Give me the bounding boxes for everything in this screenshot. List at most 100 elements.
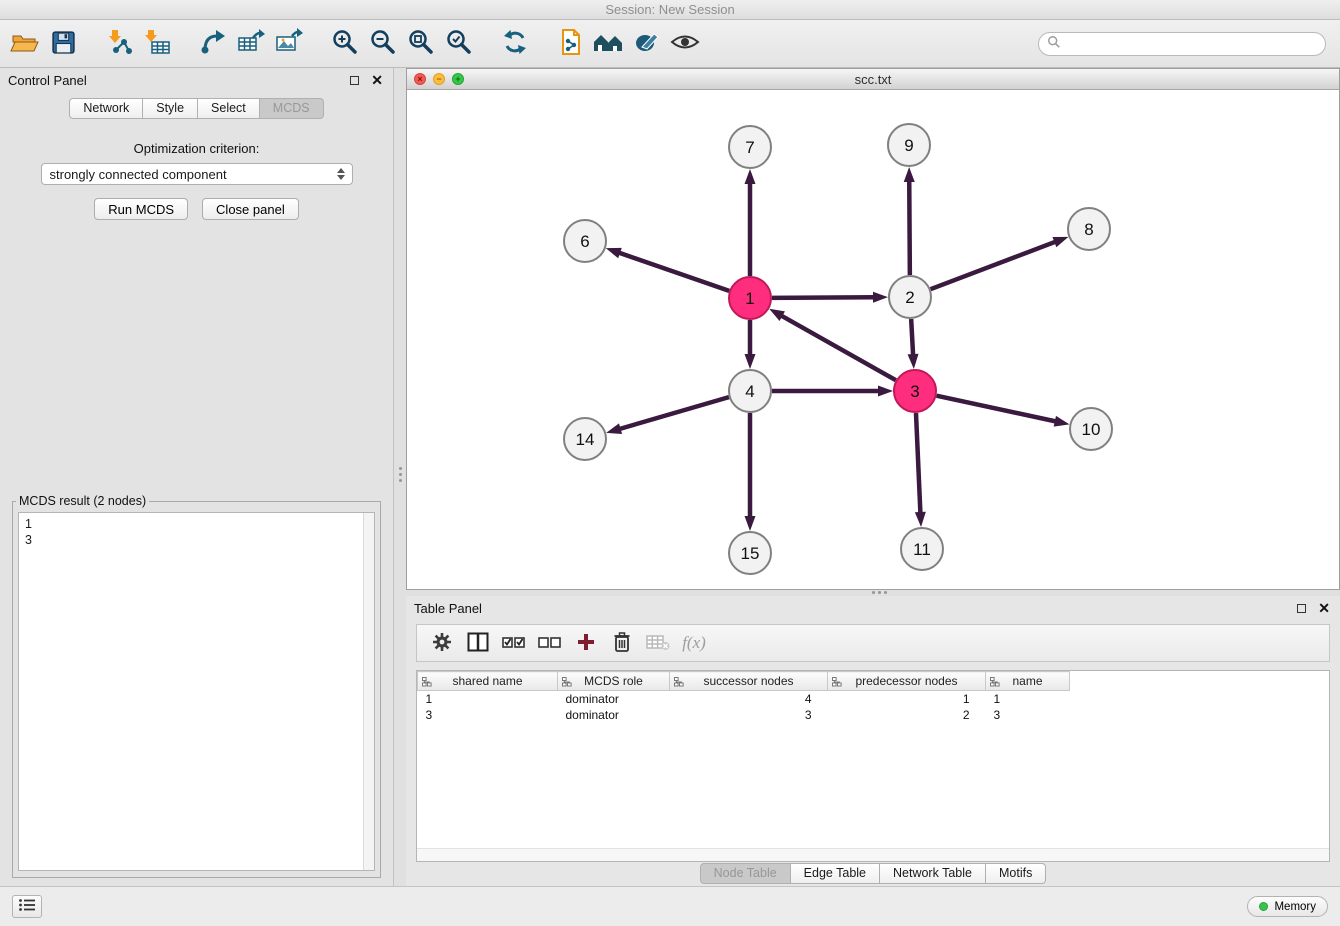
float-panel-icon[interactable] <box>350 76 359 85</box>
zoom-selected-button[interactable] <box>440 25 478 63</box>
unchecked-boxes-icon <box>538 633 562 654</box>
graph-edge-4-14[interactable] <box>619 397 729 429</box>
float-table-panel-icon[interactable] <box>1297 604 1306 613</box>
mcds-result-box[interactable]: 1 3 <box>18 512 375 871</box>
control-panel: Control Panel ✕ Network Style Select MCD… <box>0 68 394 886</box>
search-input[interactable] <box>1066 37 1317 51</box>
function-builder-button[interactable]: f(x) <box>677 627 711 659</box>
zoom-fit-button[interactable] <box>402 25 440 63</box>
tab-style[interactable]: Style <box>143 98 198 119</box>
delete-column-button[interactable] <box>605 627 639 659</box>
graph-node-2[interactable]: 2 <box>889 276 931 318</box>
vertical-splitter[interactable] <box>394 68 406 886</box>
tab-network-table[interactable]: Network Table <box>880 863 986 884</box>
tab-select[interactable]: Select <box>198 98 260 119</box>
network-window-titlebar[interactable]: × − + scc.txt <box>407 69 1339 90</box>
column-header-name[interactable]: name <box>986 672 1070 691</box>
network-graph[interactable]: 7 9 6 8 1 2 4 3 14 10 15 11 <box>407 90 1340 591</box>
new-network-from-selection-button[interactable] <box>552 25 590 63</box>
refresh-view-button[interactable] <box>496 25 534 63</box>
minimize-window-icon[interactable]: − <box>433 73 445 85</box>
select-all-button[interactable] <box>497 627 531 659</box>
graph-node-8[interactable]: 8 <box>1068 208 1110 250</box>
table-horizontal-scrollbar[interactable] <box>417 848 1329 861</box>
column-header-successor-nodes[interactable]: successor nodes <box>670 672 828 691</box>
tab-node-table[interactable]: Node Table <box>700 863 791 884</box>
run-mcds-button[interactable]: Run MCDS <box>94 198 188 220</box>
export-network-button[interactable] <box>194 25 232 63</box>
graph-node-1[interactable]: 1 <box>729 277 771 319</box>
graph-node-7[interactable]: 7 <box>729 126 771 168</box>
tab-motifs[interactable]: Motifs <box>986 863 1046 884</box>
delete-table-button[interactable] <box>641 627 675 659</box>
show-columns-button[interactable] <box>461 627 495 659</box>
toggle-view-button[interactable] <box>666 25 704 63</box>
column-label: name <box>1012 674 1042 688</box>
graph-edge-1-6[interactable] <box>618 252 729 290</box>
column-type-icon <box>674 676 684 690</box>
graphics-details-button[interactable] <box>628 25 666 63</box>
graph-edge-3-10[interactable] <box>937 396 1057 422</box>
svg-text:6: 6 <box>580 232 589 251</box>
graph-edge-1-2[interactable] <box>772 297 875 298</box>
open-file-button[interactable] <box>6 25 44 63</box>
network-window-title: scc.txt <box>407 72 1339 87</box>
svg-text:8: 8 <box>1084 220 1093 239</box>
tab-network[interactable]: Network <box>69 98 143 119</box>
list-icon <box>18 898 36 915</box>
graph-node-15[interactable]: 15 <box>729 532 771 574</box>
optimization-criterion-select[interactable]: strongly connected component <box>41 163 353 185</box>
select-value: strongly connected component <box>50 167 227 182</box>
graph-node-9[interactable]: 9 <box>888 124 930 166</box>
table-row[interactable]: 3dominator323 <box>418 707 1070 723</box>
table-row[interactable]: 1dominator411 <box>418 691 1070 707</box>
floppy-disk-icon <box>50 29 77 59</box>
import-network-icon <box>104 28 134 59</box>
zoom-out-button[interactable] <box>364 25 402 63</box>
add-column-button[interactable] <box>569 627 603 659</box>
export-image-button[interactable] <box>270 25 308 63</box>
memory-button[interactable]: Memory <box>1247 896 1328 917</box>
close-window-icon[interactable]: × <box>414 73 426 85</box>
network-canvas[interactable]: 7 9 6 8 1 2 4 3 14 10 15 11 <box>407 90 1339 589</box>
table-settings-button[interactable] <box>425 627 459 659</box>
column-header-shared-name[interactable]: shared name <box>418 672 558 691</box>
column-header-predecessor-nodes[interactable]: predecessor nodes <box>828 672 986 691</box>
close-panel-button[interactable]: Close panel <box>202 198 299 220</box>
deselect-all-button[interactable] <box>533 627 567 659</box>
graph-node-6[interactable]: 6 <box>564 220 606 262</box>
close-panel-icon[interactable]: ✕ <box>371 73 383 87</box>
result-scrollbar[interactable] <box>363 513 374 870</box>
import-table-button[interactable] <box>138 25 176 63</box>
table-panel-header: Table Panel ✕ <box>406 596 1340 620</box>
column-header-mcds-role[interactable]: MCDS role <box>558 672 670 691</box>
search-field[interactable] <box>1038 32 1326 56</box>
import-network-button[interactable] <box>100 25 138 63</box>
graph-node-10[interactable]: 10 <box>1070 408 1112 450</box>
export-table-button[interactable] <box>232 25 270 63</box>
first-neighbors-button[interactable] <box>590 25 628 63</box>
save-session-button[interactable] <box>44 25 82 63</box>
graph-edge-2-8[interactable] <box>931 241 1057 289</box>
zoom-in-button[interactable] <box>326 25 364 63</box>
svg-text:14: 14 <box>576 430 595 449</box>
graph-node-4[interactable]: 4 <box>729 370 771 412</box>
result-line: 3 <box>19 532 374 548</box>
graph-node-14[interactable]: 14 <box>564 418 606 460</box>
graph-node-11[interactable]: 11 <box>901 528 943 570</box>
select-arrows-icon <box>337 168 345 180</box>
tab-mcds[interactable]: MCDS <box>260 98 324 119</box>
graph-edge-2-3[interactable] <box>911 319 913 356</box>
graph-edge-2-9[interactable] <box>909 180 910 275</box>
table-cell: 2 <box>828 707 986 723</box>
window-titlebar: Session: New Session <box>0 0 1340 20</box>
maximize-window-icon[interactable]: + <box>452 73 464 85</box>
graph-node-3[interactable]: 3 <box>894 370 936 412</box>
tab-edge-table[interactable]: Edge Table <box>791 863 880 884</box>
svg-text:4: 4 <box>745 382 754 401</box>
task-history-button[interactable] <box>12 895 42 918</box>
close-table-panel-icon[interactable]: ✕ <box>1318 601 1330 615</box>
table-cell: 3 <box>670 707 828 723</box>
graph-edge-3-1[interactable] <box>780 315 895 380</box>
graph-edge-3-11[interactable] <box>916 413 920 514</box>
